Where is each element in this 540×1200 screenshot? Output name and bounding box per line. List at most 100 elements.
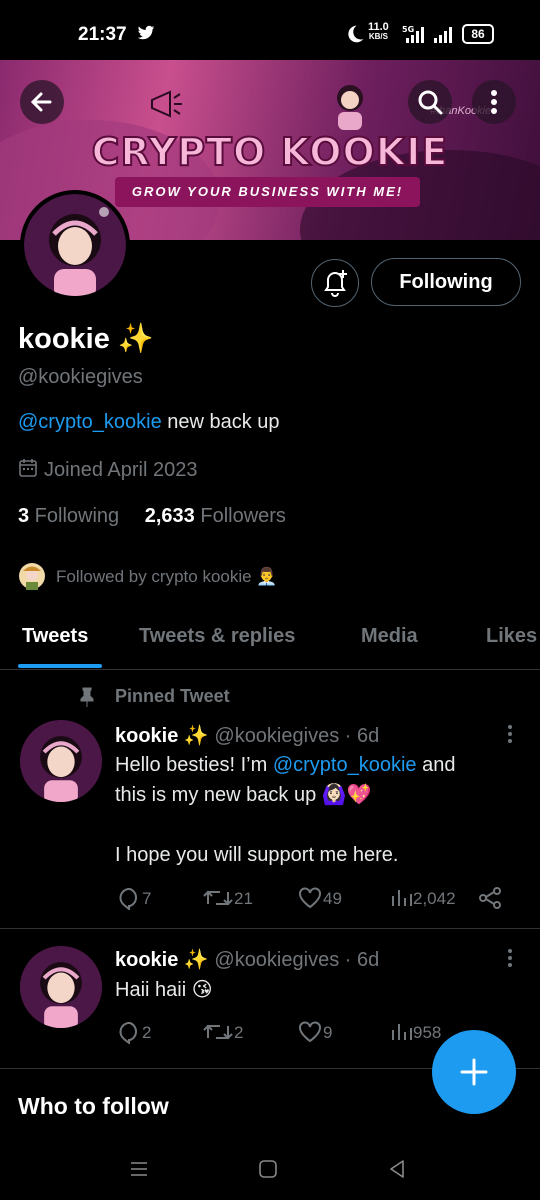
tweet-author-name[interactable]: kookie ✨ — [115, 725, 209, 747]
retweet-count: 2 — [234, 1023, 244, 1042]
back-button[interactable] — [20, 80, 64, 124]
like-count: 9 — [323, 1023, 333, 1042]
retweet-count: 21 — [234, 889, 253, 908]
profile-name: kookie ✨ — [18, 323, 155, 355]
follow-stats: 3 Following 2,633 Followers — [18, 505, 286, 528]
plus-icon — [460, 1058, 488, 1086]
do-not-disturb-moon-icon — [348, 25, 364, 43]
who-to-follow-heading: Who to follow — [18, 1093, 169, 1119]
retweet-action[interactable]: 2 — [202, 1020, 243, 1044]
profile-avatar[interactable] — [20, 190, 130, 300]
twitter-bird-icon — [137, 25, 155, 40]
follower-avatar — [19, 563, 45, 590]
profile-handle: @kookiegives — [18, 366, 143, 388]
views-chart-icon — [392, 890, 412, 906]
bio-text: new back up — [161, 411, 280, 433]
tweet-header: kookie ✨ @kookiegives · 6d — [115, 947, 379, 972]
avatar-image — [24, 194, 126, 296]
active-tab-indicator — [18, 664, 102, 668]
banner-subtitle: GROW YOUR BUSINESS WITH ME! — [115, 177, 420, 207]
tweet-more-icon[interactable] — [502, 724, 518, 744]
profile-tabs: Tweets Tweets & replies Media Likes — [0, 615, 540, 670]
system-navigation-bar — [0, 1140, 540, 1200]
followers-label: Followers — [194, 505, 286, 527]
tweet-text: Haii haii 😘 — [115, 979, 213, 1001]
compose-tweet-button[interactable] — [432, 1030, 516, 1114]
signal-bars-icon — [434, 27, 452, 43]
tweet-text-line: Hello besties! I’m — [115, 754, 273, 776]
followed-by[interactable]: Followed by crypto kookie 👨‍💼 — [18, 562, 277, 590]
following-button[interactable]: Following — [371, 258, 521, 306]
joined-text: Joined April 2023 — [44, 459, 198, 481]
like-action[interactable]: 9 — [297, 1020, 332, 1044]
reply-icon — [119, 888, 137, 912]
battery-indicator: 86 — [462, 24, 494, 44]
tweet-text-line: this is my new back up 🙆🏻‍♀️💖 — [115, 784, 372, 806]
tweet-mention-link[interactable]: @crypto_kookie — [273, 754, 417, 776]
back-triangle-icon[interactable] — [386, 1158, 408, 1180]
bell-plus-icon — [324, 270, 347, 297]
tweet-more-icon[interactable] — [502, 948, 518, 968]
joined-date: Joined April 2023 — [18, 458, 197, 482]
views-action[interactable]: 2,042 — [389, 886, 456, 910]
tweet-author-name[interactable]: kookie ✨ — [115, 949, 209, 971]
avatar-image — [20, 720, 102, 802]
retweet-icon — [203, 890, 233, 906]
reply-action[interactable]: 7 — [116, 886, 152, 912]
tweet-text-line: I hope you will support me here. — [115, 844, 399, 866]
reply-count: 2 — [142, 1023, 152, 1042]
banner-character-icon — [337, 85, 363, 130]
views-chart-icon — [392, 1024, 412, 1040]
notifications-button[interactable] — [311, 259, 359, 307]
heart-icon — [299, 1021, 321, 1043]
tab-media[interactable]: Media — [361, 625, 418, 648]
home-icon[interactable] — [257, 1158, 279, 1180]
tweet-text: Hello besties! I’m @crypto_kookie and th… — [115, 750, 525, 870]
followers-count: 2,633 — [144, 505, 195, 527]
bio-mention-link[interactable]: @crypto_kookie — [18, 411, 162, 433]
tab-likes[interactable]: Likes — [486, 625, 537, 648]
tweet-avatar[interactable] — [20, 720, 102, 802]
megaphone-icon — [151, 90, 182, 118]
reply-icon — [119, 1022, 137, 1046]
like-action[interactable]: 49 — [297, 886, 342, 910]
like-count: 49 — [323, 889, 342, 908]
back-arrow-icon — [30, 92, 52, 112]
tab-tweets-replies[interactable]: Tweets & replies — [139, 625, 295, 648]
status-bar: 21:37 11.0 KB/S 5G 86 — [0, 0, 540, 60]
views-count: 2,042 — [413, 889, 456, 908]
share-icon[interactable] — [478, 886, 502, 910]
tweet-text-line: and — [416, 754, 456, 776]
tweet-meta: @kookiegives · 6d — [208, 949, 380, 971]
reply-count: 7 — [142, 889, 152, 908]
retweet-icon — [203, 1024, 233, 1040]
following-count: 3 — [18, 505, 30, 527]
recent-apps-icon[interactable] — [128, 1158, 150, 1180]
tweet-meta: @kookiegives · 6d — [208, 725, 380, 747]
profile-bio: @crypto_kookie new back up — [18, 411, 280, 434]
heart-icon — [299, 887, 321, 909]
tweet-divider — [0, 928, 540, 929]
pin-icon — [78, 687, 96, 712]
search-icon — [418, 90, 443, 115]
signal-5g-icon: 5G — [402, 25, 424, 43]
search-button[interactable] — [408, 80, 452, 124]
tweet-avatar[interactable] — [20, 946, 102, 1028]
retweet-action[interactable]: 21 — [202, 886, 253, 910]
reply-action[interactable]: 2 — [116, 1020, 152, 1046]
more-options-button[interactable] — [472, 80, 516, 124]
more-vertical-icon — [491, 90, 497, 114]
tweet-header: kookie ✨ @kookiegives · 6d — [115, 723, 379, 748]
status-time: 21:37 — [78, 24, 127, 45]
network-speed: 11.0 KB/S — [368, 22, 389, 42]
followers-stat-link[interactable]: 2,633 Followers — [145, 505, 286, 527]
tab-tweets[interactable]: Tweets — [22, 625, 88, 648]
pinned-label: Pinned Tweet — [115, 686, 230, 706]
followed-by-text: Followed by crypto kookie 👨‍💼 — [56, 567, 278, 586]
banner-title: CRYPTO KOOKIE — [91, 129, 449, 175]
network-speed-unit: KB/S — [368, 32, 388, 41]
calendar-icon — [19, 459, 37, 477]
following-label: Following — [29, 505, 120, 527]
svg-text:5G: 5G — [402, 25, 414, 34]
following-stat-link[interactable]: 3 Following — [18, 505, 119, 527]
